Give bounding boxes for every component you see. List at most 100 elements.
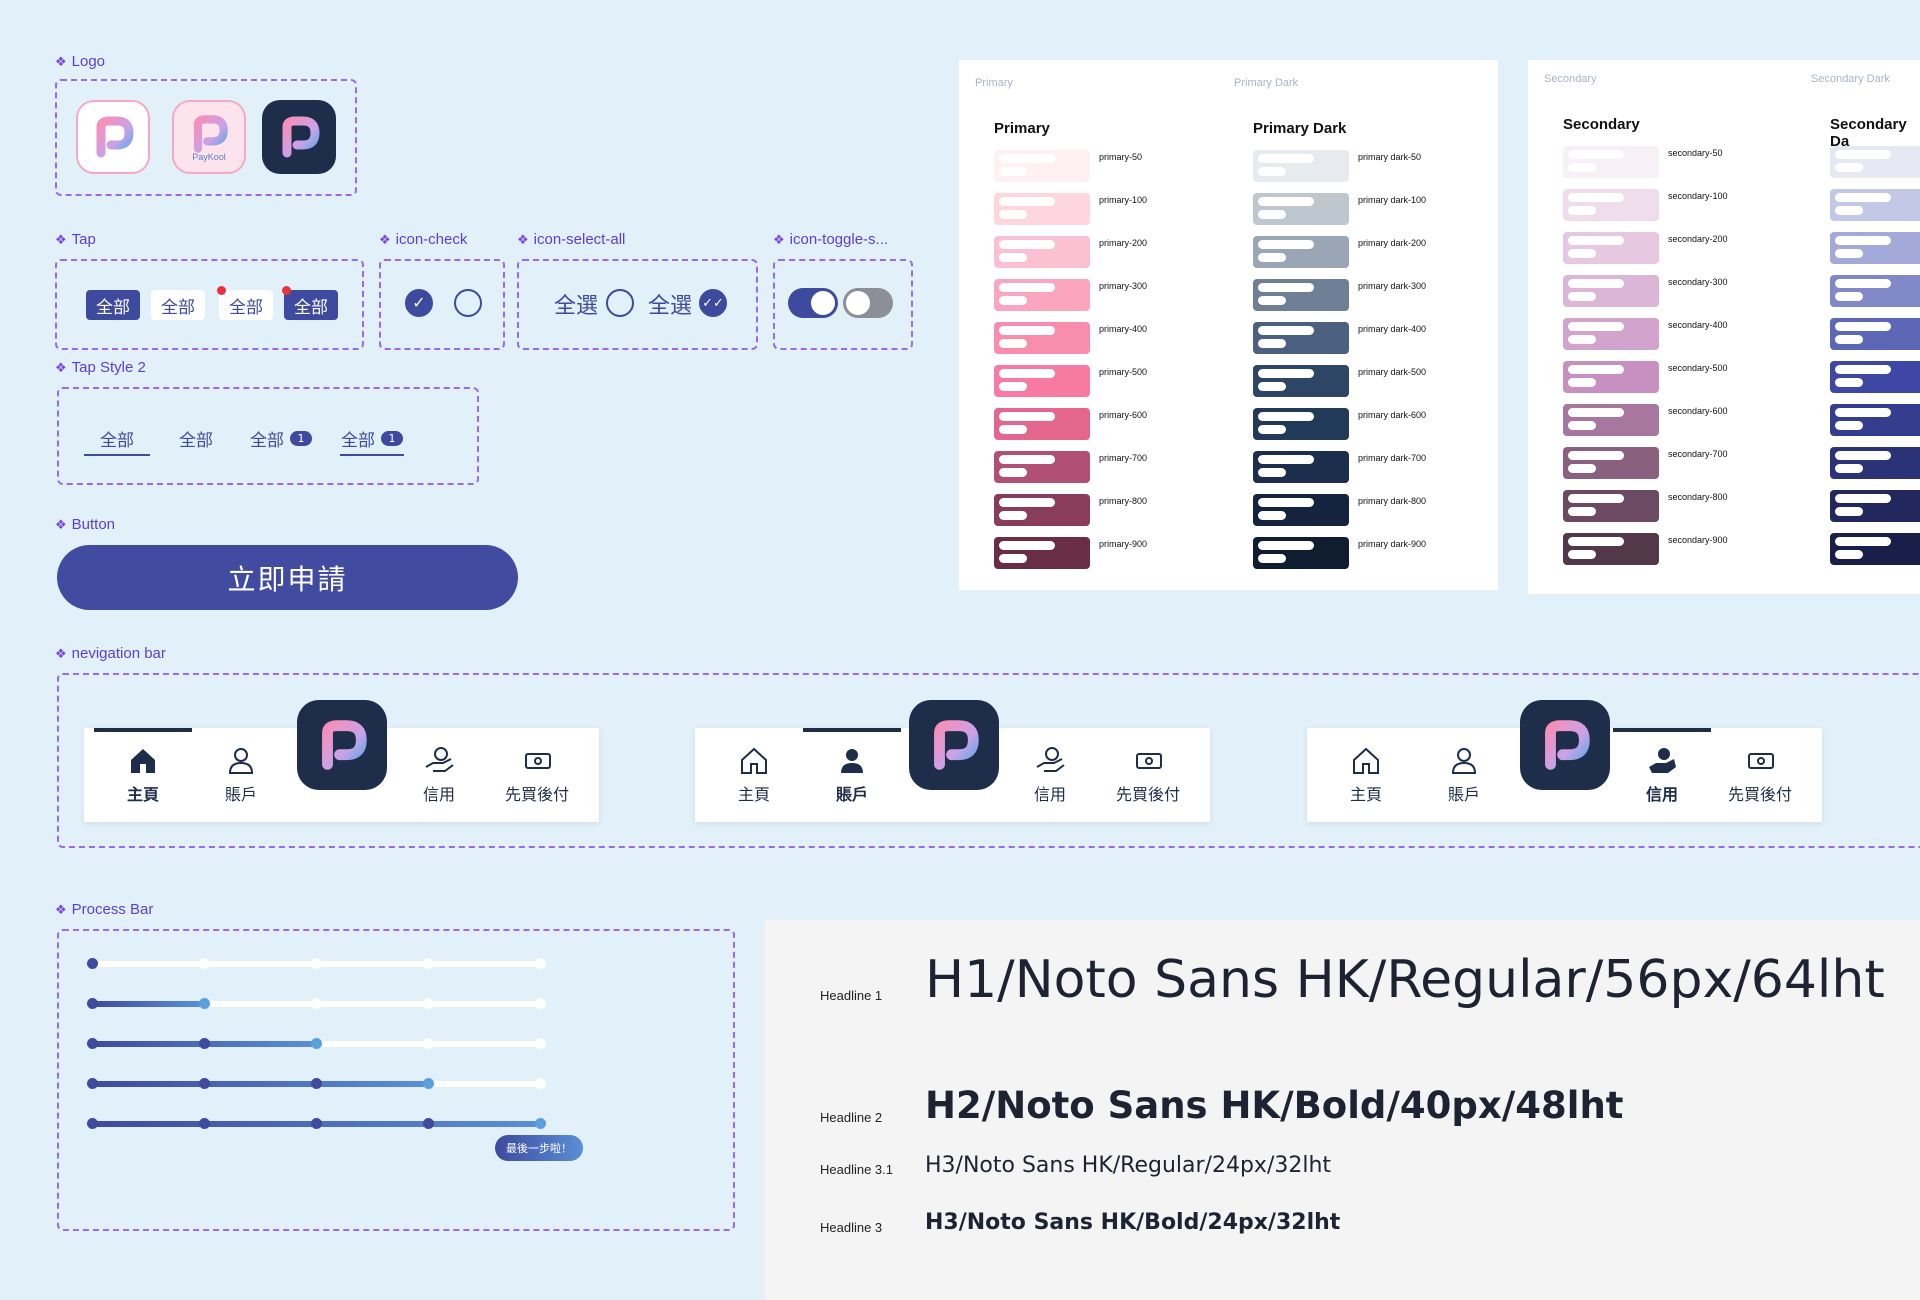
section-label-icon-check: ❖ icon-check (379, 231, 468, 248)
tap-chip[interactable]: 全部 (151, 290, 205, 320)
swatch-name: primary-400 (1099, 324, 1148, 334)
color-swatch-dark (1253, 451, 1349, 483)
tab-style2-active-badge[interactable]: 全部 1 (341, 426, 403, 451)
nav-center-logo[interactable] (1520, 700, 1610, 790)
tap-chip-active-notify[interactable]: 全部 (284, 290, 338, 320)
swatch-name: primary-900 (1099, 539, 1148, 549)
logo-paykool: PayKool (172, 100, 246, 174)
nav-item-account[interactable]: 賬戶 (803, 728, 901, 822)
contrast-pill (1258, 154, 1314, 163)
nav-item-bnpl[interactable]: 先買後付 (488, 728, 586, 822)
process-step-dot (87, 998, 98, 1009)
contrast-pill (1835, 279, 1891, 288)
tap-chip-active[interactable]: 全部 (86, 290, 140, 320)
tap-chip-notify[interactable]: 全部 (219, 290, 273, 320)
logo-light (76, 100, 150, 174)
component-icon: ❖ (517, 231, 529, 247)
nav-item-credit[interactable]: 信用 (1001, 728, 1099, 822)
nav-item-bnpl[interactable]: 先買後付 (1711, 728, 1809, 822)
nav-item-account[interactable]: 賬戶 (1415, 728, 1513, 822)
swatch-name: secondary-200 (1668, 234, 1728, 244)
nav-item-credit[interactable]: 信用 (390, 728, 488, 822)
process-step-dot (311, 998, 322, 1009)
notification-dot (217, 286, 226, 295)
tab-style2[interactable]: 全部 (179, 426, 213, 451)
tab-style2-badge[interactable]: 全部 1 (250, 426, 312, 451)
nav-center-logo[interactable] (297, 700, 387, 790)
swatch-name: secondary-800 (1668, 492, 1728, 502)
tab-underline (340, 454, 404, 456)
contrast-pill (1835, 421, 1863, 430)
contrast-pill (1258, 326, 1314, 335)
color-swatch (994, 150, 1090, 182)
contrast-pill (1258, 554, 1286, 563)
color-swatch-dark (1830, 232, 1920, 264)
contrast-pill (1568, 451, 1624, 460)
user-icon (228, 748, 254, 774)
nav-item-home[interactable]: 主頁 (705, 728, 803, 822)
process-step-dot (423, 998, 434, 1009)
color-swatch-dark (1830, 404, 1920, 436)
contrast-pill (1258, 455, 1314, 464)
tab-underline (84, 454, 150, 456)
contrast-pill (1258, 296, 1286, 305)
contrast-pill (999, 425, 1027, 434)
select-all-empty-icon[interactable] (606, 289, 634, 317)
cash-icon (525, 753, 551, 769)
contrast-pill (1568, 537, 1624, 546)
contrast-pill (1568, 249, 1596, 258)
color-swatch-dark (1253, 279, 1349, 311)
process-step-dot (535, 1118, 546, 1129)
contrast-pill (1835, 507, 1863, 516)
contrast-pill (1568, 365, 1624, 374)
user-icon (841, 749, 863, 773)
toggle-off[interactable] (843, 288, 893, 318)
color-swatch (994, 451, 1090, 483)
contrast-pill (1258, 412, 1314, 421)
section-label-tap: ❖ Tap (55, 231, 96, 248)
contrast-pill (999, 240, 1055, 249)
color-swatch-dark (1253, 322, 1349, 354)
apply-now-button[interactable]: 立即申請 (57, 545, 518, 610)
section-label-tap-style2: ❖ Tap Style 2 (55, 359, 146, 376)
headline2-sample: H2/Noto Sans HK/Bold/40px/48lht (925, 1084, 1624, 1127)
process-fill (90, 1001, 202, 1007)
nav-item-home[interactable]: 主頁 (1317, 728, 1415, 822)
contrast-pill (1568, 550, 1596, 559)
contrast-pill (999, 167, 1027, 176)
check-checked-icon[interactable]: ✓ (405, 289, 433, 317)
color-swatch-dark (1830, 361, 1920, 393)
cash-icon (1748, 753, 1774, 769)
process-frame (57, 929, 735, 1231)
contrast-pill (1835, 550, 1863, 559)
nav-item-home[interactable]: 主頁 (94, 728, 192, 822)
swatch-name: primary-100 (1099, 195, 1148, 205)
contrast-pill (1835, 537, 1891, 546)
swatch-name: secondary-300 (1668, 277, 1728, 287)
color-swatch (994, 408, 1090, 440)
nav-center-logo[interactable] (909, 700, 999, 790)
tab-style2-active[interactable]: 全部 (100, 426, 134, 451)
toggle-knob (811, 291, 835, 315)
nav-item-account[interactable]: 賬戶 (192, 728, 290, 822)
nav-item-credit[interactable]: 信用 (1613, 728, 1711, 822)
p-logo-icon (282, 116, 320, 158)
swatch-name-dark: primary dark-300 (1358, 281, 1427, 291)
check-empty-icon[interactable] (454, 289, 482, 317)
nav-item-bnpl[interactable]: 先買後付 (1099, 728, 1197, 822)
process-step-dot (535, 958, 546, 969)
home-icon (741, 747, 767, 774)
user-icon (1451, 748, 1477, 774)
contrast-pill (1258, 382, 1286, 391)
contrast-pill (1568, 335, 1596, 344)
contrast-pill (999, 197, 1055, 206)
select-all-checked-icon[interactable]: ✓✓ (699, 289, 727, 317)
select-all-label: 全選 (648, 294, 693, 319)
toggle-on[interactable] (788, 288, 838, 318)
color-swatch (1563, 533, 1659, 565)
contrast-pill (1258, 498, 1314, 507)
process-step-dot (199, 1078, 210, 1089)
swatch-name: primary-500 (1099, 367, 1148, 377)
swatch-name: secondary-600 (1668, 406, 1728, 416)
hand-coin-icon (425, 747, 454, 772)
